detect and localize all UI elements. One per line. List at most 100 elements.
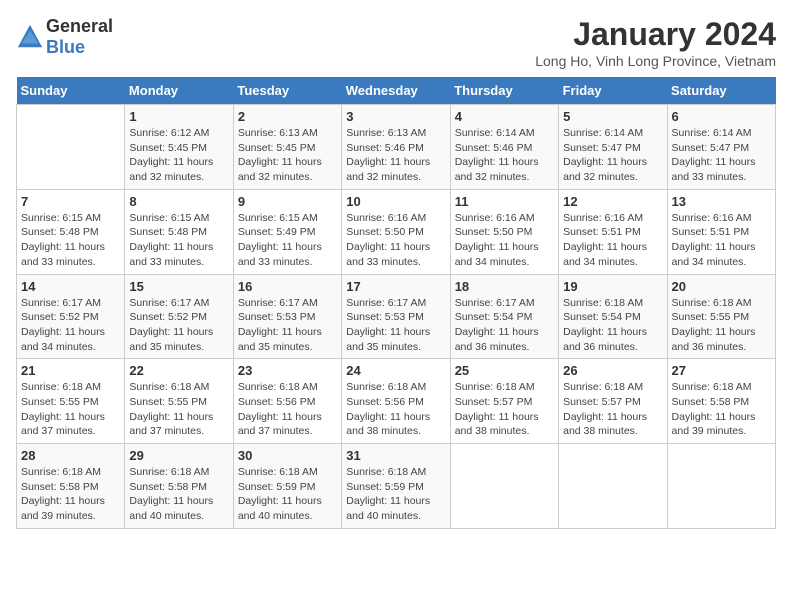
day-info: Sunrise: 6:15 AMSunset: 5:48 PMDaylight:…	[129, 211, 228, 270]
day-info: Sunrise: 6:17 AMSunset: 5:52 PMDaylight:…	[21, 296, 120, 355]
day-number: 8	[129, 194, 228, 209]
day-cell: 26 Sunrise: 6:18 AMSunset: 5:57 PMDayligh…	[559, 359, 667, 444]
day-info: Sunrise: 6:15 AMSunset: 5:49 PMDaylight:…	[238, 211, 337, 270]
day-cell: 27 Sunrise: 6:18 AMSunset: 5:58 PMDayligh…	[667, 359, 775, 444]
day-info: Sunrise: 6:16 AMSunset: 5:50 PMDaylight:…	[346, 211, 445, 270]
day-info: Sunrise: 6:17 AMSunset: 5:53 PMDaylight:…	[238, 296, 337, 355]
day-info: Sunrise: 6:17 AMSunset: 5:54 PMDaylight:…	[455, 296, 554, 355]
week-row-1: 7 Sunrise: 6:15 AMSunset: 5:48 PMDaylight…	[17, 189, 776, 274]
day-cell	[17, 105, 125, 190]
day-number: 6	[672, 109, 771, 124]
day-cell	[559, 444, 667, 529]
day-info: Sunrise: 6:16 AMSunset: 5:51 PMDaylight:…	[563, 211, 662, 270]
day-number: 14	[21, 279, 120, 294]
logo-icon	[16, 23, 44, 51]
day-cell: 29Sunrise: 6:18 AMSunset: 5:58 PMDayligh…	[125, 444, 233, 529]
day-header-row: SundayMondayTuesdayWednesdayThursdayFrid…	[17, 77, 776, 105]
day-number: 1	[129, 109, 228, 124]
day-info: Sunrise: 6:17 AMSunset: 5:53 PMDaylight:…	[346, 296, 445, 355]
day-number: 27	[672, 363, 771, 378]
day-number: 10	[346, 194, 445, 209]
day-number: 9	[238, 194, 337, 209]
day-info: Sunrise: 6:18 AMSunset: 5:56 PMDaylight:…	[238, 380, 337, 439]
day-info: Sunrise: 6:18 AMSunset: 5:59 PMDaylight:…	[346, 465, 445, 524]
day-number: 29	[129, 448, 228, 463]
day-number: 19	[563, 279, 662, 294]
day-info: Sunrise: 6:18 AMSunset: 5:55 PMDaylight:…	[21, 380, 120, 439]
day-header-thursday: Thursday	[450, 77, 558, 105]
day-number: 2	[238, 109, 337, 124]
calendar-subtitle: Long Ho, Vinh Long Province, Vietnam	[535, 53, 776, 69]
week-row-0: 1 Sunrise: 6:12 AMSunset: 5:45 PMDaylight…	[17, 105, 776, 190]
day-info: Sunrise: 6:18 AMSunset: 5:56 PMDaylight:…	[346, 380, 445, 439]
day-cell: 9 Sunrise: 6:15 AMSunset: 5:49 PMDaylight…	[233, 189, 341, 274]
day-cell: 2 Sunrise: 6:13 AMSunset: 5:45 PMDaylight…	[233, 105, 341, 190]
day-header-wednesday: Wednesday	[342, 77, 450, 105]
day-cell: 8 Sunrise: 6:15 AMSunset: 5:48 PMDaylight…	[125, 189, 233, 274]
day-cell: 31 Sunrise: 6:18 AMSunset: 5:59 PMDayligh…	[342, 444, 450, 529]
day-number: 20	[672, 279, 771, 294]
day-info: Sunrise: 6:14 AMSunset: 5:46 PMDaylight:…	[455, 126, 554, 185]
day-info: Sunrise: 6:16 AMSunset: 5:51 PMDaylight:…	[672, 211, 771, 270]
day-number: 26	[563, 363, 662, 378]
logo-general: General	[46, 16, 113, 36]
day-cell: 17Sunrise: 6:17 AMSunset: 5:53 PMDayligh…	[342, 274, 450, 359]
day-number: 11	[455, 194, 554, 209]
logo-blue: Blue	[46, 37, 85, 57]
day-cell	[450, 444, 558, 529]
day-number: 7	[21, 194, 120, 209]
day-number: 23	[238, 363, 337, 378]
day-info: Sunrise: 6:13 AMSunset: 5:46 PMDaylight:…	[346, 126, 445, 185]
day-info: Sunrise: 6:12 AMSunset: 5:45 PMDaylight:…	[129, 126, 228, 185]
day-cell: 20 Sunrise: 6:18 AMSunset: 5:55 PMDayligh…	[667, 274, 775, 359]
day-number: 3	[346, 109, 445, 124]
day-info: Sunrise: 6:16 AMSunset: 5:50 PMDaylight:…	[455, 211, 554, 270]
day-number: 28	[21, 448, 120, 463]
day-cell: 4 Sunrise: 6:14 AMSunset: 5:46 PMDaylight…	[450, 105, 558, 190]
day-cell: 30 Sunrise: 6:18 AMSunset: 5:59 PMDayligh…	[233, 444, 341, 529]
day-cell: 15Sunrise: 6:17 AMSunset: 5:52 PMDayligh…	[125, 274, 233, 359]
day-info: Sunrise: 6:18 AMSunset: 5:59 PMDaylight:…	[238, 465, 337, 524]
day-cell: 21Sunrise: 6:18 AMSunset: 5:55 PMDayligh…	[17, 359, 125, 444]
day-number: 30	[238, 448, 337, 463]
day-cell: 11 Sunrise: 6:16 AMSunset: 5:50 PMDayligh…	[450, 189, 558, 274]
day-cell: 10 Sunrise: 6:16 AMSunset: 5:50 PMDayligh…	[342, 189, 450, 274]
day-header-friday: Friday	[559, 77, 667, 105]
day-number: 16	[238, 279, 337, 294]
day-cell: 24 Sunrise: 6:18 AMSunset: 5:56 PMDayligh…	[342, 359, 450, 444]
day-cell: 14 Sunrise: 6:17 AMSunset: 5:52 PMDayligh…	[17, 274, 125, 359]
logo: General Blue	[16, 16, 113, 58]
day-header-sunday: Sunday	[17, 77, 125, 105]
calendar-title: January 2024	[535, 16, 776, 53]
day-number: 5	[563, 109, 662, 124]
day-info: Sunrise: 6:18 AMSunset: 5:58 PMDaylight:…	[672, 380, 771, 439]
day-number: 13	[672, 194, 771, 209]
day-info: Sunrise: 6:14 AMSunset: 5:47 PMDaylight:…	[563, 126, 662, 185]
day-cell: 1 Sunrise: 6:12 AMSunset: 5:45 PMDaylight…	[125, 105, 233, 190]
day-info: Sunrise: 6:18 AMSunset: 5:54 PMDaylight:…	[563, 296, 662, 355]
day-cell: 5 Sunrise: 6:14 AMSunset: 5:47 PMDaylight…	[559, 105, 667, 190]
day-cell: 23 Sunrise: 6:18 AMSunset: 5:56 PMDayligh…	[233, 359, 341, 444]
day-cell: 22Sunrise: 6:18 AMSunset: 5:55 PMDayligh…	[125, 359, 233, 444]
day-cell: 28Sunrise: 6:18 AMSunset: 5:58 PMDayligh…	[17, 444, 125, 529]
day-info: Sunrise: 6:13 AMSunset: 5:45 PMDaylight:…	[238, 126, 337, 185]
day-cell	[667, 444, 775, 529]
day-number: 12	[563, 194, 662, 209]
day-cell: 3 Sunrise: 6:13 AMSunset: 5:46 PMDaylight…	[342, 105, 450, 190]
day-header-tuesday: Tuesday	[233, 77, 341, 105]
day-cell: 19 Sunrise: 6:18 AMSunset: 5:54 PMDayligh…	[559, 274, 667, 359]
day-info: Sunrise: 6:18 AMSunset: 5:57 PMDaylight:…	[563, 380, 662, 439]
week-row-3: 21Sunrise: 6:18 AMSunset: 5:55 PMDayligh…	[17, 359, 776, 444]
day-number: 24	[346, 363, 445, 378]
day-number: 15	[129, 279, 228, 294]
day-info: Sunrise: 6:18 AMSunset: 5:55 PMDaylight:…	[672, 296, 771, 355]
day-header-saturday: Saturday	[667, 77, 775, 105]
day-number: 22	[129, 363, 228, 378]
day-number: 31	[346, 448, 445, 463]
title-block: January 2024 Long Ho, Vinh Long Province…	[535, 16, 776, 69]
day-number: 4	[455, 109, 554, 124]
day-cell: 25Sunrise: 6:18 AMSunset: 5:57 PMDayligh…	[450, 359, 558, 444]
week-row-4: 28Sunrise: 6:18 AMSunset: 5:58 PMDayligh…	[17, 444, 776, 529]
day-cell: 6Sunrise: 6:14 AMSunset: 5:47 PMDaylight…	[667, 105, 775, 190]
day-cell: 12 Sunrise: 6:16 AMSunset: 5:51 PMDayligh…	[559, 189, 667, 274]
